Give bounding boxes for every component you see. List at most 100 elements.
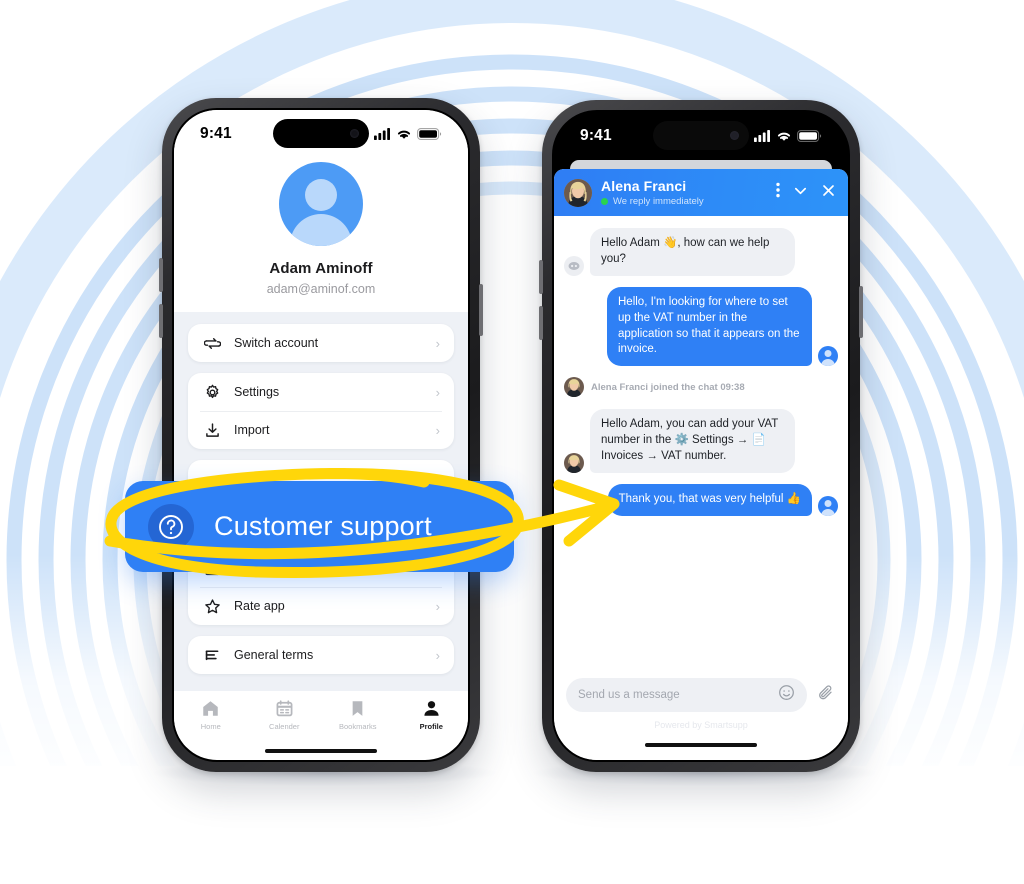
chevron-right-icon: › (435, 647, 440, 663)
menu-group-2: Settings › Import › (188, 373, 454, 449)
chat-agent-name: Alena Franci (601, 178, 687, 194)
right-status-bar: 9:41 (554, 112, 848, 160)
menu-item-label: Settings (234, 385, 280, 399)
profile-person-icon (395, 697, 469, 719)
agent-photo-avatar (564, 452, 584, 473)
left-phone-device: 9:41 Adam Aminoff adam@aminof.com Switch… (159, 98, 483, 772)
wifi-icon (397, 130, 411, 139)
right-phone-volume-down-button[interactable] (539, 306, 543, 340)
bottom-white-band (0, 766, 1024, 884)
chat-widget: Alena Franci We reply immediately Hello … (554, 169, 848, 760)
online-status-dot (601, 198, 608, 206)
download-icon (200, 422, 224, 439)
star-icon (200, 598, 224, 615)
tab-home[interactable]: Home (174, 697, 248, 731)
user-avatar-icon (279, 162, 363, 246)
menu-item-settings[interactable]: Settings › (188, 373, 454, 411)
menu-item-rate-app[interactable]: Rate app › (188, 587, 454, 625)
help-circle-icon (148, 503, 194, 550)
customer-support-label: Customer support (214, 511, 432, 541)
left-dynamic-island (273, 119, 369, 148)
right-phone-screen: 9:41 Alena Franci We reply immediately H… (554, 112, 848, 760)
wifi-icon (777, 132, 791, 141)
menu-item-import[interactable]: Import › (188, 411, 454, 449)
bot-icon (564, 255, 584, 276)
menu-item-label: Import (234, 423, 270, 437)
tab-profile[interactable]: Profile (395, 697, 469, 731)
chat-composer: Send us a message Powered by Smartsupp (554, 672, 848, 730)
chat-bubble: Thank you, that was very helpful 👍 (607, 483, 812, 516)
tab-label: Profile (419, 722, 443, 731)
right-phone-volume-up-button[interactable] (539, 260, 543, 294)
right-status-time: 9:41 (580, 127, 612, 144)
left-phone-volume-up-button[interactable] (159, 258, 163, 292)
left-home-indicator[interactable] (265, 749, 377, 753)
tab-label: Calender (269, 722, 300, 731)
background-arcs (0, 0, 1024, 884)
chat-bubble: Hello Adam 👋, how can we help you? (590, 228, 795, 276)
battery-icon (417, 128, 442, 140)
chat-status-text: We reply immediately (613, 196, 704, 208)
message-input[interactable]: Send us a message (566, 678, 807, 712)
chat-system-event: Alena Franci joined the chat 09:38 (564, 377, 838, 398)
right-home-bar (554, 730, 848, 760)
menu-group-5: General terms › (188, 636, 454, 674)
customer-support-highlight-button[interactable]: Customer support (125, 481, 514, 572)
cellular-signal-icon (374, 128, 390, 140)
menu-group-1: Switch account › (188, 324, 454, 362)
smiley-face-icon[interactable] (778, 684, 795, 706)
calendar-icon (248, 697, 322, 719)
battery-icon (797, 130, 822, 142)
right-home-indicator[interactable] (645, 743, 757, 747)
tab-calender[interactable]: Calender (248, 697, 322, 731)
chat-message-row: Hello Adam 👋, how can we help you? (564, 228, 838, 276)
menu-item-label: General terms (234, 648, 314, 662)
cellular-signal-icon (754, 130, 770, 142)
document-lines-icon (200, 647, 224, 664)
powered-by-label: Powered by Smartsupp (654, 720, 748, 730)
message-input-placeholder: Send us a message (578, 689, 680, 701)
left-phone-power-button[interactable] (479, 284, 483, 336)
agent-photo-avatar (564, 377, 584, 398)
chat-message-row: Hello, I'm looking for where to set up t… (564, 286, 838, 367)
chat-header: Alena Franci We reply immediately (554, 169, 848, 217)
chevron-down-icon[interactable] (793, 183, 808, 203)
user-avatar-icon (818, 495, 838, 516)
left-status-time: 9:41 (200, 125, 232, 142)
tab-bookmarks[interactable]: Bookmarks (321, 697, 395, 731)
left-phone-volume-down-button[interactable] (159, 304, 163, 338)
menu-item-label: Switch account (234, 336, 319, 350)
user-avatar-icon (818, 346, 838, 367)
close-x-icon[interactable] (821, 183, 836, 203)
right-dynamic-island (653, 121, 749, 150)
tab-label: Home (200, 722, 221, 731)
gear-icon (200, 384, 224, 401)
chevron-right-icon: › (435, 335, 440, 351)
home-icon (174, 697, 248, 719)
paperclip-icon[interactable] (817, 683, 836, 707)
scene-root: 9:41 Adam Aminoff adam@aminof.com Switch… (0, 0, 1024, 884)
switch-account-icon (200, 335, 224, 352)
chat-bubble: Hello Adam, you can add your VAT number … (590, 409, 795, 473)
chevron-right-icon: › (435, 422, 440, 438)
tab-label: Bookmarks (338, 722, 377, 731)
chat-bubble: Hello, I'm looking for where to set up t… (607, 286, 812, 367)
chevron-right-icon: › (435, 384, 440, 400)
menu-item-label: Rate app (234, 599, 285, 613)
profile-name: Adam Aminoff (269, 260, 373, 277)
front-camera-icon (730, 131, 739, 140)
agent-photo-avatar (564, 178, 592, 207)
menu-item-switch-account[interactable]: Switch account › (188, 324, 454, 362)
chat-message-list: Hello Adam 👋, how can we help you? Hello… (554, 216, 848, 672)
left-phone-screen: 9:41 Adam Aminoff adam@aminof.com Switch… (174, 110, 468, 760)
kebab-menu-icon[interactable] (776, 182, 780, 203)
chat-message-row: Hello Adam, you can add your VAT number … (564, 409, 838, 473)
right-phone-device: 9:41 Alena Franci We reply immediately H… (539, 100, 863, 772)
chat-message-row: Thank you, that was very helpful 👍 (564, 483, 838, 516)
bottom-tab-bar: Home Calender Bookmarks Profile (174, 691, 468, 747)
right-phone-power-button[interactable] (859, 286, 863, 338)
menu-item-general-terms[interactable]: General terms › (188, 636, 454, 674)
chat-system-text: Alena Franci joined the chat 09:38 (591, 381, 745, 393)
chevron-right-icon: › (435, 598, 440, 614)
front-camera-icon (350, 129, 359, 138)
